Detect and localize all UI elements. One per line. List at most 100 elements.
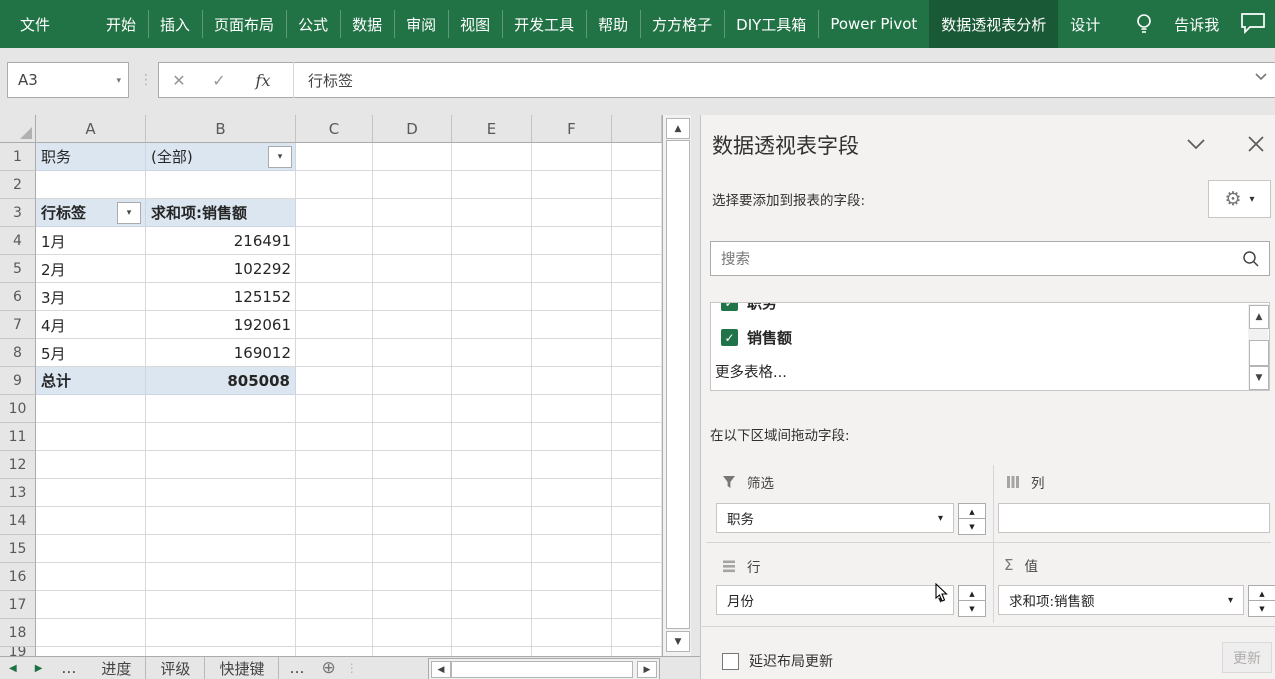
tab-developer[interactable]: 开发工具 xyxy=(502,0,586,48)
row-labels-dropdown-button[interactable]: ▾ xyxy=(117,202,141,224)
row-header-17[interactable]: 17 xyxy=(0,591,36,619)
tab-diy-toolbox[interactable]: DIY工具箱 xyxy=(724,0,818,48)
horizontal-scroll-thumb[interactable] xyxy=(451,661,633,678)
tab-help[interactable]: 帮助 xyxy=(586,0,640,48)
rows-area-field-yuefen[interactable]: 月份 ▾ xyxy=(716,585,954,615)
tab-data[interactable]: 数据 xyxy=(340,0,394,48)
tab-design[interactable]: 设计 xyxy=(1058,0,1112,48)
name-box[interactable]: A3 ▾ xyxy=(7,62,129,98)
lightbulb-icon[interactable] xyxy=(1112,0,1162,48)
more-tables-link[interactable]: 更多表格... xyxy=(715,361,787,382)
column-header-C[interactable]: C xyxy=(296,115,373,143)
row-header-6[interactable]: 6 xyxy=(0,283,36,311)
scroll-left-icon[interactable]: ◀ xyxy=(431,661,451,678)
field-list-scrollbar[interactable]: ▲ ▼ xyxy=(1248,304,1268,390)
tab-insert[interactable]: 插入 xyxy=(148,0,202,48)
tell-me-box[interactable]: 告诉我 xyxy=(1162,0,1231,48)
row-header-8[interactable]: 8 xyxy=(0,339,36,367)
formula-input[interactable]: 行标签 xyxy=(294,70,353,91)
horizontal-scrollbar[interactable]: ◀ ▶ xyxy=(428,658,660,679)
sheet-tab-kuaijiejian[interactable]: 快捷键 xyxy=(205,657,279,679)
row-header-3[interactable]: 3 xyxy=(0,199,36,227)
checkbox-checked-icon[interactable]: ✓ xyxy=(721,329,738,346)
cell-A4[interactable]: 1月 xyxy=(36,227,146,255)
cell-B8[interactable]: 169012 xyxy=(146,339,296,367)
cell-A1-filter-field[interactable]: 职务 xyxy=(36,143,146,171)
row-header-4[interactable]: 4 xyxy=(0,227,36,255)
enter-icon[interactable]: ✓ xyxy=(199,71,239,90)
tab-home[interactable]: 开始 xyxy=(94,0,148,48)
cancel-icon[interactable]: ✕ xyxy=(159,71,199,90)
checkbox-unchecked[interactable] xyxy=(722,653,739,670)
checkbox-checked-icon[interactable]: ✓ xyxy=(721,302,738,311)
tools-button[interactable]: ⚙ ▾ xyxy=(1208,180,1271,218)
row-header-14[interactable]: 14 xyxy=(0,507,36,535)
tab-pivottable-analyze[interactable]: 数据透视表分析 xyxy=(929,0,1058,48)
list-scroll-thumb[interactable] xyxy=(1249,340,1269,366)
field-item-zhiwu[interactable]: ✓ 职务 xyxy=(721,302,777,313)
comment-icon[interactable] xyxy=(1240,12,1266,34)
column-header-partial[interactable] xyxy=(612,115,662,143)
scroll-up-icon[interactable]: ▲ xyxy=(1249,305,1269,329)
insert-function-icon[interactable]: fx xyxy=(239,71,287,90)
cell-A7[interactable]: 4月 xyxy=(36,311,146,339)
tab-fangfang-addin[interactable]: 方方格子 xyxy=(640,0,724,48)
values-field-spinner[interactable]: ▲ ▼ xyxy=(1248,585,1274,615)
rows-field-spinner[interactable]: ▲ ▼ xyxy=(958,585,984,615)
row-header-13[interactable]: 13 xyxy=(0,479,36,507)
vertical-scrollbar[interactable]: ▲ ▼ xyxy=(662,115,691,656)
vertical-scroll-thumb[interactable] xyxy=(666,140,690,629)
sheet-overflow-right[interactable]: … xyxy=(279,659,315,677)
cell-B6[interactable]: 125152 xyxy=(146,283,296,311)
sheet-nav-right-icon[interactable]: ▶ xyxy=(26,663,52,674)
filter-dropdown-button[interactable]: ▾ xyxy=(268,146,292,168)
row-header-2[interactable]: 2 xyxy=(0,171,36,199)
cell-B7[interactable]: 192061 xyxy=(146,311,296,339)
tab-file[interactable]: 文件 xyxy=(0,0,70,48)
row-header-7[interactable]: 7 xyxy=(0,311,36,339)
tab-page-layout[interactable]: 页面布局 xyxy=(202,0,286,48)
cell-A9-grand-total[interactable]: 总计 xyxy=(36,367,146,395)
tab-formulas[interactable]: 公式 xyxy=(286,0,340,48)
row-header-1[interactable]: 1 xyxy=(0,143,36,171)
new-sheet-icon[interactable]: ⊕ xyxy=(315,658,341,678)
sheet-nav-left-icon[interactable]: ◀ xyxy=(0,663,26,674)
filters-area-field-zhiwu[interactable]: 职务 ▾ xyxy=(716,503,954,533)
scroll-down-icon[interactable]: ▼ xyxy=(666,631,690,652)
columns-area-dropzone[interactable] xyxy=(998,503,1270,533)
row-header-9[interactable]: 9 xyxy=(0,367,36,395)
values-area-field-sales[interactable]: 求和项:销售额 ▾ xyxy=(998,585,1244,615)
cell-A6[interactable]: 3月 xyxy=(36,283,146,311)
row-header-18[interactable]: 18 xyxy=(0,619,36,647)
cell-A5[interactable]: 2月 xyxy=(36,255,146,283)
name-box-dropdown-icon[interactable]: ▾ xyxy=(116,76,121,86)
update-button[interactable]: 更新 xyxy=(1222,642,1272,673)
cell-B4[interactable]: 216491 xyxy=(146,227,296,255)
row-header-5[interactable]: 5 xyxy=(0,255,36,283)
column-header-F[interactable]: F xyxy=(532,115,612,143)
cell-B9-grand-total-value[interactable]: 805008 xyxy=(146,367,296,395)
row-header-12[interactable]: 12 xyxy=(0,451,36,479)
row-header-19[interactable]: 19 xyxy=(0,647,36,656)
field-item-xiaoshoue[interactable]: ✓ 销售额 xyxy=(721,327,792,348)
column-header-D[interactable]: D xyxy=(373,115,452,143)
row-header-16[interactable]: 16 xyxy=(0,563,36,591)
search-icon[interactable] xyxy=(1242,250,1260,268)
tab-power-pivot[interactable]: Power Pivot xyxy=(818,0,929,48)
tab-view[interactable]: 视图 xyxy=(448,0,502,48)
row-header-10[interactable]: 10 xyxy=(0,395,36,423)
pane-options-chevron-icon[interactable] xyxy=(1186,138,1206,150)
sheet-overflow-left[interactable]: … xyxy=(51,659,87,677)
cell-B3-value-header[interactable]: 求和项:销售额 xyxy=(146,199,296,227)
cell-A8[interactable]: 5月 xyxy=(36,339,146,367)
expand-formula-bar-icon[interactable] xyxy=(1255,73,1267,81)
row-header-15[interactable]: 15 xyxy=(0,535,36,563)
scroll-down-icon[interactable]: ▼ xyxy=(1249,366,1269,390)
tab-review[interactable]: 审阅 xyxy=(394,0,448,48)
cell-B5[interactable]: 102292 xyxy=(146,255,296,283)
scroll-up-icon[interactable]: ▲ xyxy=(666,118,690,139)
sheet-tab-jindu[interactable]: 进度 xyxy=(87,657,146,679)
pane-close-icon[interactable] xyxy=(1247,135,1265,153)
search-input[interactable] xyxy=(719,246,1223,273)
defer-layout-update[interactable]: 延迟布局更新 xyxy=(722,651,833,671)
